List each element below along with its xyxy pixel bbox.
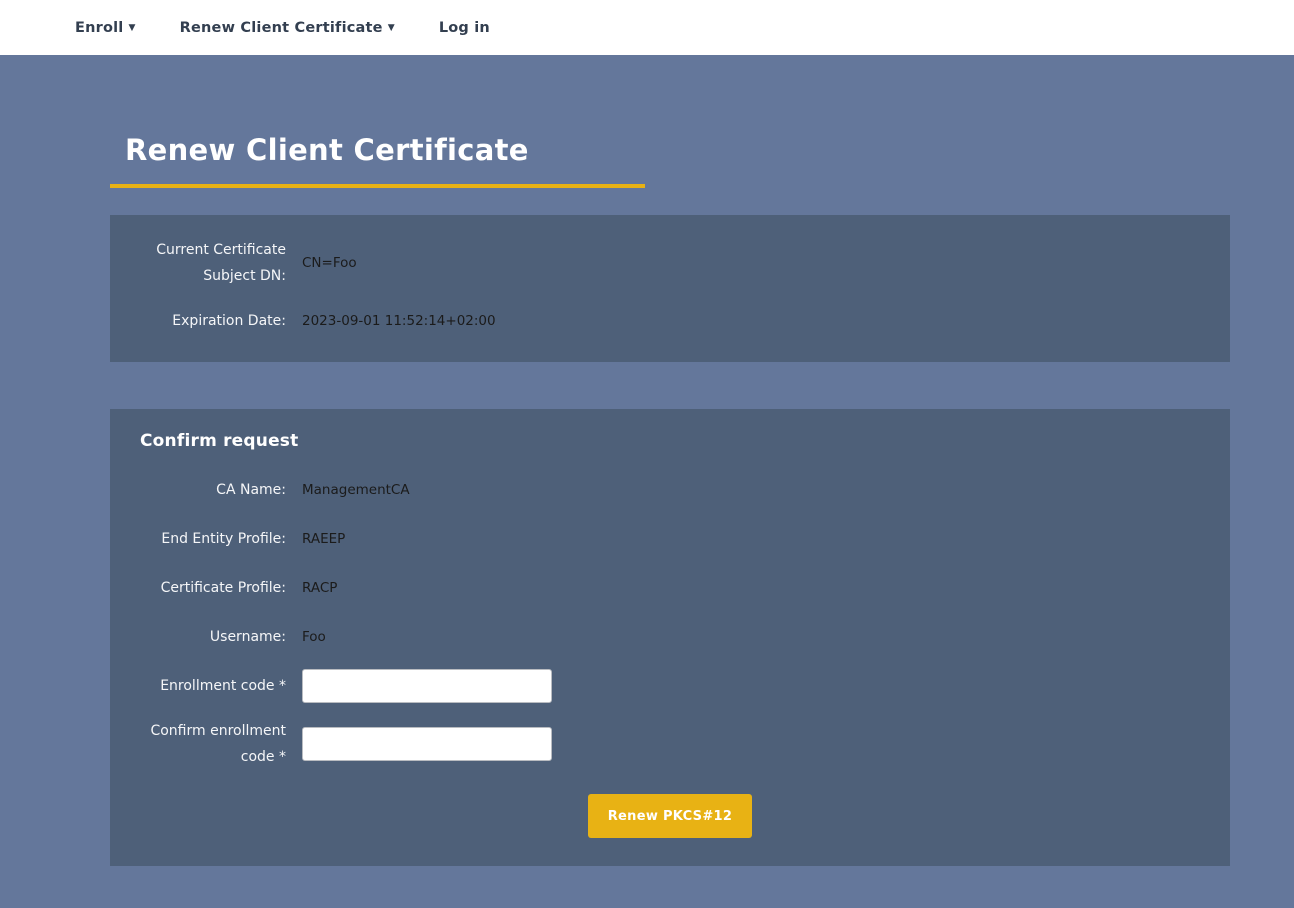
chevron-down-icon: ▼ (128, 23, 135, 33)
main-content: Renew Client Certificate Current Certifi… (0, 55, 1294, 866)
field-row-ca-name: CA Name: ManagementCA (140, 473, 1200, 507)
page-title: Renew Client Certificate (110, 133, 1230, 167)
enrollment-code-input[interactable] (302, 669, 552, 703)
end-entity-profile-value: RAEEP (302, 531, 345, 547)
chevron-down-icon: ▼ (388, 23, 395, 33)
confirm-request-panel: Confirm request CA Name: ManagementCA En… (110, 409, 1230, 866)
expiration-date-value: 2023-09-01 11:52:14+02:00 (302, 313, 496, 329)
field-row-expiration-date: Expiration Date: 2023-09-01 11:52:14+02:… (140, 304, 1200, 338)
username-value: Foo (302, 629, 326, 645)
subject-dn-label: Current Certificate Subject DN: (140, 237, 286, 289)
confirm-request-heading: Confirm request (140, 431, 1200, 451)
input-row-confirm-enrollment-code: Confirm enrollment code * (140, 718, 1200, 770)
field-row-subject-dn: Current Certificate Subject DN: CN=Foo (140, 237, 1200, 289)
title-underline (110, 184, 645, 188)
current-certificate-panel: Current Certificate Subject DN: CN=Foo E… (110, 215, 1230, 362)
nav-item-log-in[interactable]: Log in (439, 20, 490, 36)
subject-dn-value: CN=Foo (302, 255, 357, 271)
nav-item-enroll[interactable]: Enroll ▼ (75, 20, 136, 36)
field-row-username: Username: Foo (140, 620, 1200, 654)
nav-item-renew-client-certificate[interactable]: Renew Client Certificate ▼ (180, 20, 395, 36)
button-row: Renew PKCS#12 (140, 794, 1200, 838)
certificate-profile-value: RACP (302, 580, 337, 596)
ca-name-value: ManagementCA (302, 482, 410, 498)
nav-item-label: Renew Client Certificate (180, 20, 383, 36)
ca-name-label: CA Name: (140, 477, 286, 503)
nav-item-label: Enroll (75, 20, 123, 36)
field-row-end-entity-profile: End Entity Profile: RAEEP (140, 522, 1200, 556)
input-row-enrollment-code: Enrollment code * (140, 669, 1200, 703)
enrollment-code-label: Enrollment code * (140, 673, 286, 699)
confirm-enrollment-code-label: Confirm enrollment code * (140, 718, 286, 770)
expiration-date-label: Expiration Date: (140, 308, 286, 334)
confirm-enrollment-code-input[interactable] (302, 727, 552, 761)
end-entity-profile-label: End Entity Profile: (140, 526, 286, 552)
nav-item-label: Log in (439, 20, 490, 36)
top-nav: Enroll ▼ Renew Client Certificate ▼ Log … (0, 0, 1294, 55)
renew-pkcs12-button[interactable]: Renew PKCS#12 (588, 794, 752, 838)
username-label: Username: (140, 624, 286, 650)
field-row-certificate-profile: Certificate Profile: RACP (140, 571, 1200, 605)
certificate-profile-label: Certificate Profile: (140, 575, 286, 601)
